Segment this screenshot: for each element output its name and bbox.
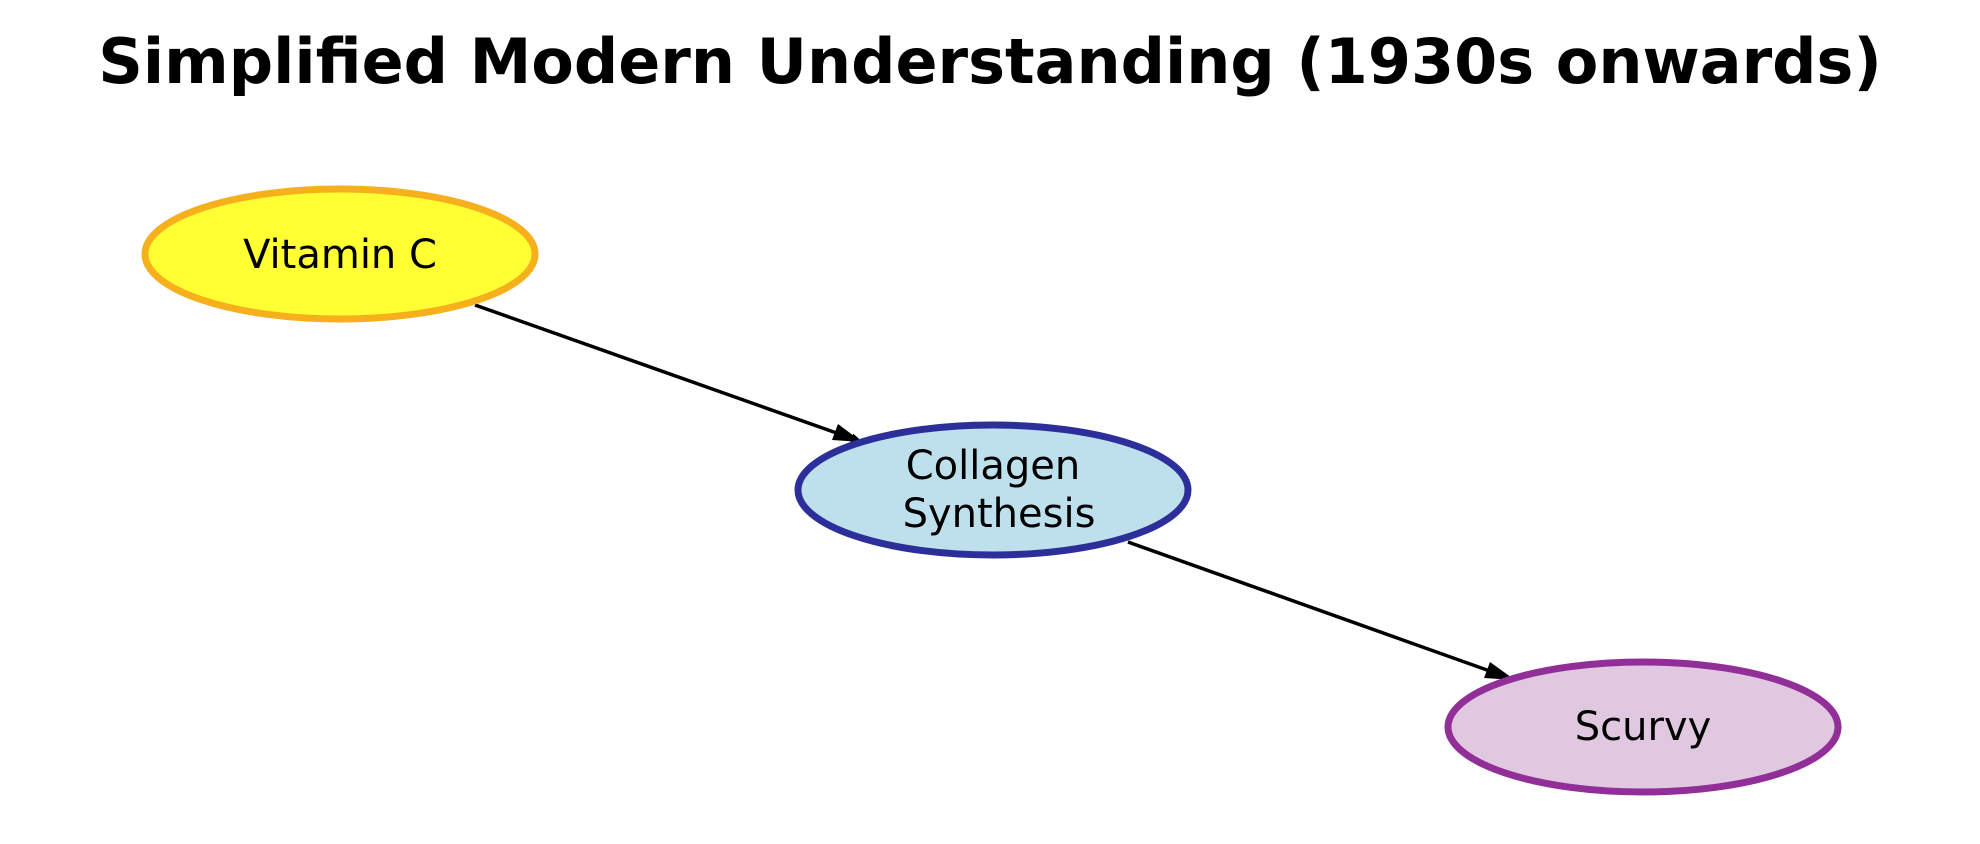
- node-collagen-synthesis-label-line-2: Synthesis: [903, 491, 1096, 537]
- edge-collagen-to-scurvy: [1127, 540, 1516, 682]
- node-scurvy-label: Scurvy: [1575, 704, 1712, 750]
- node-vitamin-c-label: Vitamin C: [243, 232, 437, 278]
- node-collagen-synthesis[interactable]: Collagen Synthesis: [794, 421, 1192, 559]
- diagram-canvas: Simplified Modern Understanding (1930s o…: [0, 0, 1980, 844]
- edge-vitamin-c-to-collagen: [474, 303, 863, 444]
- node-scurvy[interactable]: Scurvy: [1444, 658, 1842, 796]
- node-collagen-synthesis-label-line-1: Collagen: [906, 443, 1081, 489]
- diagram-svg: Simplified Modern Understanding (1930s o…: [98, 25, 1882, 796]
- diagram-title: Simplified Modern Understanding (1930s o…: [98, 25, 1882, 98]
- edge-arrowhead-1: [832, 424, 862, 442]
- node-vitamin-c[interactable]: Vitamin C: [141, 185, 539, 323]
